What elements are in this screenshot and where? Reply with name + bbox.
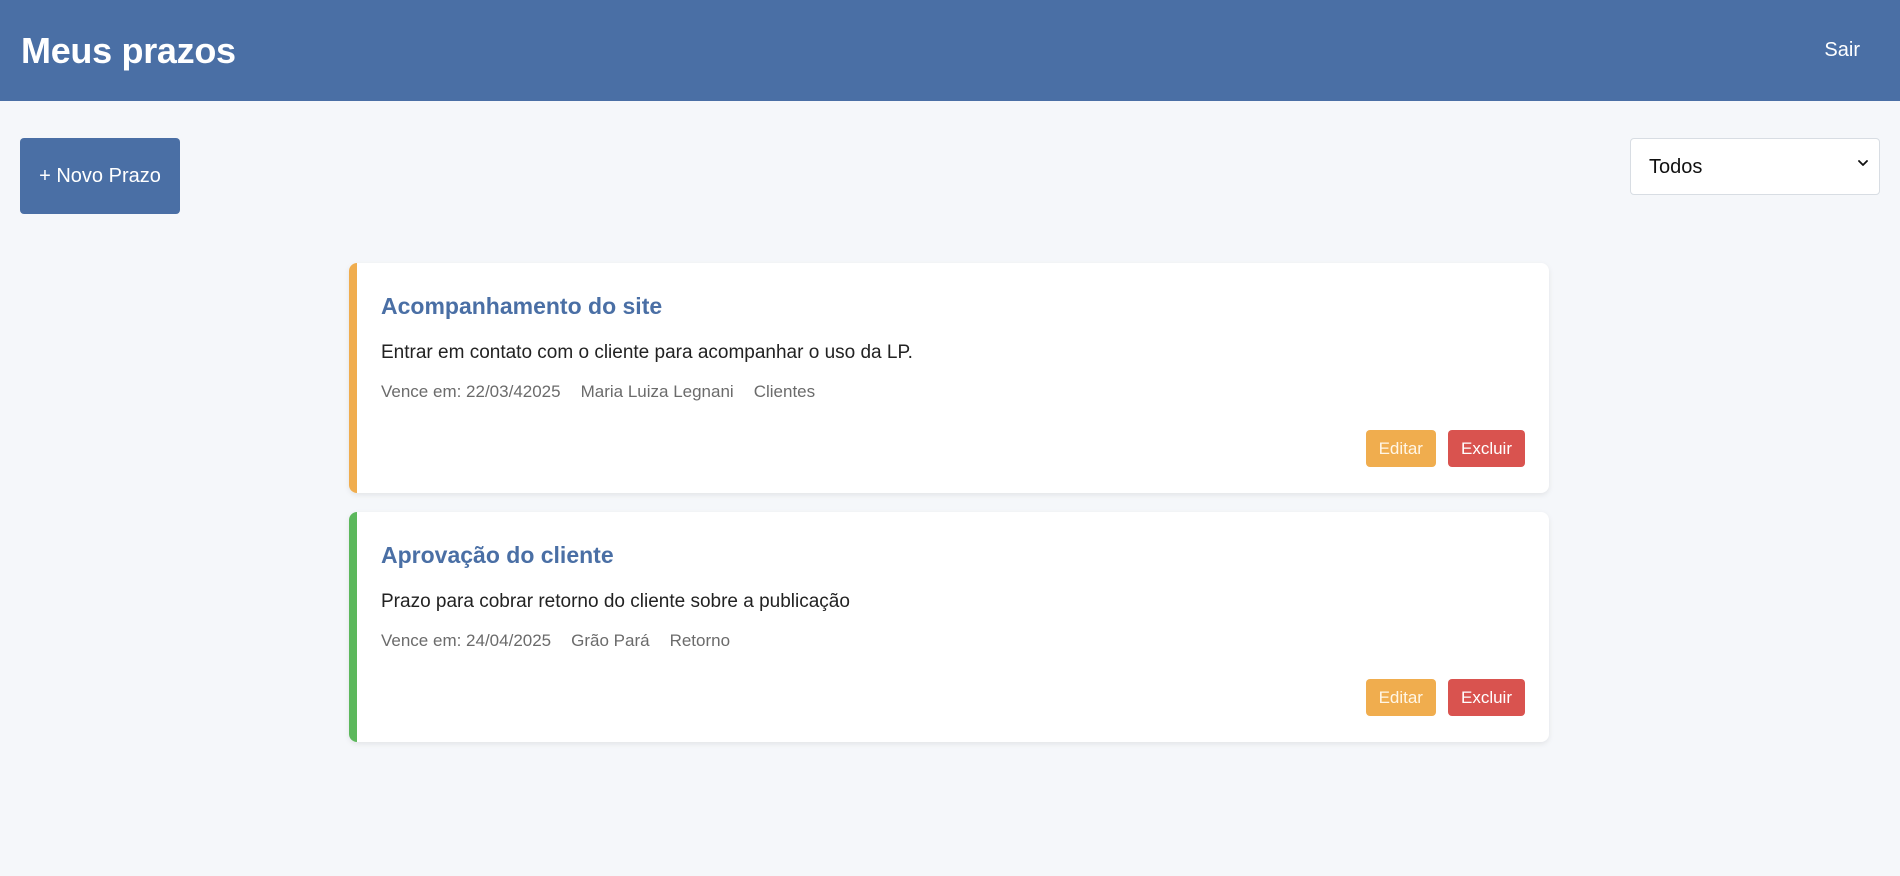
deadline-due-date: Vence em: 24/04/2025	[381, 631, 552, 650]
filter-select-wrapper: Todos	[1630, 138, 1880, 195]
delete-button[interactable]: Excluir	[1447, 679, 1525, 716]
deadline-list: Acompanhamento do site Entrar em contato…	[349, 263, 1549, 761]
status-accent-bar	[349, 512, 357, 742]
edit-button[interactable]: Editar	[1365, 430, 1436, 467]
deadline-actions: Editar Excluir	[1365, 679, 1525, 716]
toolbar: + Novo Prazo Todos	[20, 138, 1880, 214]
deadline-title: Acompanhamento do site	[381, 293, 663, 319]
page-title: Meus prazos	[21, 29, 236, 71]
deadline-category: Retorno	[669, 631, 731, 650]
deadline-due-date: Vence em: 22/03/42025	[381, 382, 561, 401]
status-filter-select[interactable]: Todos	[1630, 138, 1880, 195]
deadline-meta: Vence em: 24/04/2025 Grão Pará Retorno	[381, 631, 1525, 651]
deadline-category: Clientes	[753, 382, 816, 401]
edit-button[interactable]: Editar	[1365, 679, 1436, 716]
deadline-meta: Vence em: 22/03/42025 Maria Luiza Legnan…	[381, 382, 1525, 402]
deadline-card: Acompanhamento do site Entrar em contato…	[349, 263, 1549, 493]
status-accent-bar	[349, 263, 357, 493]
delete-button[interactable]: Excluir	[1447, 430, 1525, 467]
deadline-description: Prazo para cobrar retorno do cliente sob…	[381, 591, 850, 612]
deadline-person: Grão Pará	[571, 631, 650, 650]
app-header: Meus prazos Sair	[0, 0, 1900, 101]
deadline-person: Maria Luiza Legnani	[580, 382, 734, 401]
deadline-title: Aprovação do cliente	[381, 542, 614, 568]
deadline-actions: Editar Excluir	[1365, 430, 1525, 467]
logout-link[interactable]: Sair	[1824, 39, 1860, 62]
new-deadline-button[interactable]: + Novo Prazo	[20, 138, 180, 214]
deadline-card: Aprovação do cliente Prazo para cobrar r…	[349, 512, 1549, 742]
deadline-description: Entrar em contato com o cliente para aco…	[381, 342, 913, 363]
